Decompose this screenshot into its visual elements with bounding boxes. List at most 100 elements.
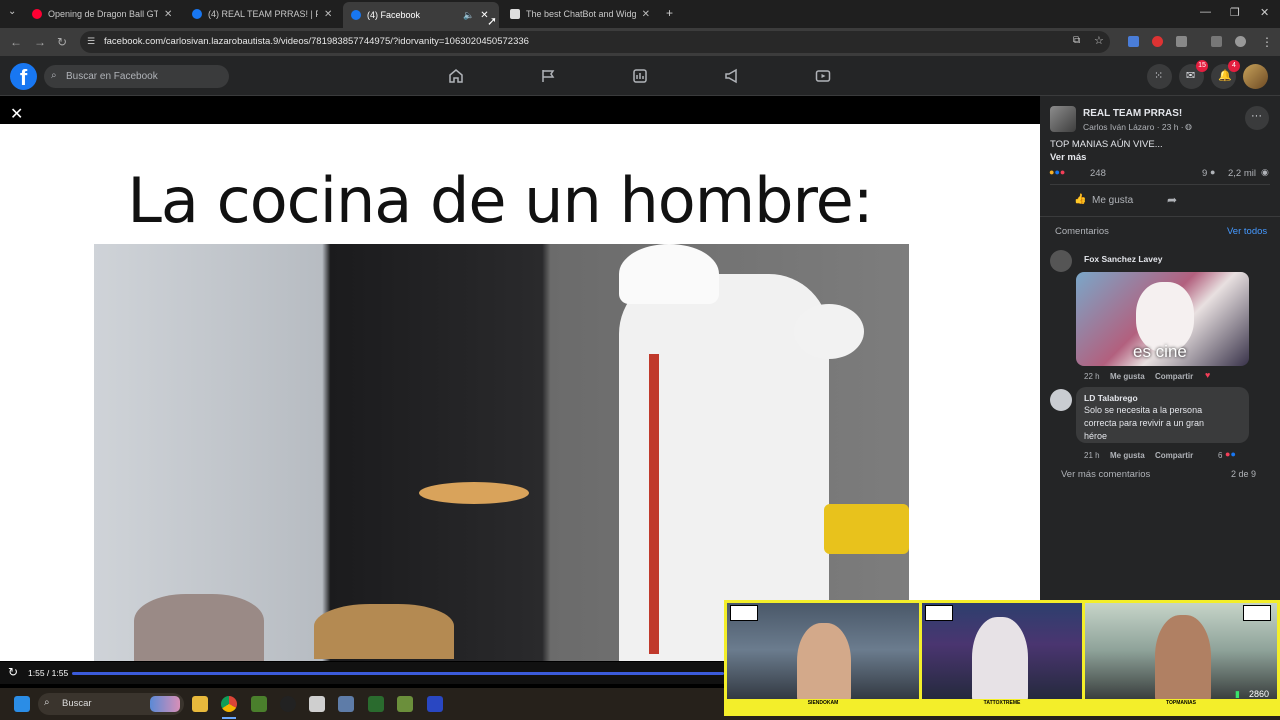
tab-search-dropdown-icon[interactable]: ⌄ <box>8 6 16 17</box>
youtube-icon <box>32 9 42 19</box>
close-window-icon[interactable]: ✕ <box>1260 6 1269 19</box>
group-name[interactable]: REAL TEAM PRRAS! <box>1083 108 1182 119</box>
vpn-icon[interactable] <box>427 696 443 712</box>
minecraft-icon[interactable] <box>251 696 267 712</box>
comment-like-link[interactable]: Me gusta <box>1110 451 1145 460</box>
comment-reaction-icons: ●● <box>1225 449 1236 459</box>
logitech-icon[interactable] <box>280 696 296 712</box>
close-tab-icon[interactable]: ✕ <box>164 9 172 20</box>
marketplace-icon[interactable] <box>632 68 648 84</box>
comment-gif[interactable]: es cine <box>1076 272 1249 366</box>
webcam-name: TOPMANIAS <box>1085 699 1277 707</box>
media-app-icon[interactable] <box>368 696 384 712</box>
facebook-logo-icon[interactable]: f <box>10 63 37 90</box>
commenter-avatar[interactable] <box>1050 389 1072 411</box>
reaction-icons: ●●● <box>1049 167 1065 177</box>
post-options-button[interactable]: ··· <box>1245 106 1269 130</box>
address-bar-row: ← → ↻ ☰ facebook.com/carlosivan.lazaroba… <box>0 28 1280 56</box>
tab-real-team-prras[interactable]: (4) REAL TEAM PRRAS! | Faceb ✕ <box>184 4 342 24</box>
messenger-button[interactable]: ✉ 15 <box>1179 60 1208 89</box>
calculator-icon[interactable] <box>338 696 354 712</box>
app-icon[interactable] <box>309 696 325 712</box>
facebook-icon <box>192 9 202 19</box>
close-tab-icon[interactable]: ✕ <box>642 9 650 20</box>
more-comments-link[interactable]: Ver más comentarios <box>1061 469 1150 480</box>
webcam-overlay: SIENDOKAM TATTOXTREME ▮ 2860 TOPMANIAS <box>724 600 1280 716</box>
video-time: 1:55 / 1:55 <box>28 668 69 678</box>
taskbar-search-input[interactable]: ⌕ Buscar <box>38 693 184 715</box>
comment-like-link[interactable]: Me gusta <box>1110 372 1145 381</box>
reload-icon[interactable]: ↻ <box>57 35 67 49</box>
restore-icon[interactable]: ❐ <box>1230 6 1240 19</box>
close-tab-icon[interactable]: ✕ <box>324 9 332 20</box>
comment-author[interactable]: Fox Sanchez Lavey <box>1084 254 1162 264</box>
extensions-puzzle-icon[interactable] <box>1176 36 1187 47</box>
close-video-icon[interactable]: ✕ <box>10 104 23 124</box>
new-tab-icon[interactable]: + <box>666 6 673 20</box>
streamer-figure <box>972 617 1028 707</box>
menu-grid-button[interactable]: ⁙ <box>1147 64 1172 89</box>
video-player[interactable]: ✕ La cocina de un hombre: ↻ 1:55 / 1:55 <box>0 96 1040 684</box>
more-icon: ··· <box>1251 110 1262 122</box>
streamer-figure <box>797 623 851 707</box>
home-icon[interactable] <box>448 68 464 84</box>
divider <box>1050 184 1270 185</box>
yellow-bowl <box>824 504 909 554</box>
love-icon: ● <box>1059 167 1066 177</box>
comment-share-link[interactable]: Compartir <box>1155 451 1193 460</box>
comment-author[interactable]: LD Talabrego <box>1084 393 1138 403</box>
author-meta: Carlos Iván Lázaro · 23 h · <box>1083 122 1184 132</box>
translate-extension-icon[interactable] <box>1128 36 1139 47</box>
red-extension-icon[interactable] <box>1152 36 1163 47</box>
url-text: facebook.com/carlosivan.lazarobautista.9… <box>104 36 529 47</box>
megaphone-icon[interactable] <box>724 68 740 84</box>
see-all-link[interactable]: Ver todos <box>1227 226 1267 237</box>
group-avatar[interactable] <box>1050 106 1076 132</box>
browser-tab-strip: ⌄ Opening de Dragon Ball GT Full ✕ (4) R… <box>0 0 1280 28</box>
minimize-icon[interactable]: — <box>1200 6 1211 18</box>
comment-bubble-icon: ● <box>1210 167 1216 177</box>
reading-list-icon[interactable] <box>1211 36 1222 47</box>
watch-video-icon[interactable] <box>815 68 831 84</box>
tab-dragon-ball[interactable]: Opening de Dragon Ball GT Full ✕ <box>24 4 182 24</box>
comment-line: héroe <box>1084 431 1108 441</box>
speaker-icon[interactable]: 🔈 <box>463 10 474 21</box>
reaction-count[interactable]: 248 <box>1090 168 1106 179</box>
file-explorer-icon[interactable] <box>192 696 208 712</box>
windows-start-icon[interactable] <box>14 696 30 712</box>
facebook-search-input[interactable]: ⌕ Buscar en Facebook <box>44 65 229 88</box>
share-icon[interactable]: ➦ <box>1167 193 1177 207</box>
profile-icon[interactable] <box>1235 36 1246 47</box>
notifications-badge: 4 <box>1228 60 1240 72</box>
facebook-icon <box>351 10 361 20</box>
parental-advisory-badge <box>730 605 758 621</box>
like-button[interactable]: 👍 Me gusta <box>1074 193 1154 209</box>
comment-share-link[interactable]: Compartir <box>1155 372 1193 381</box>
install-app-icon[interactable]: ⧉ <box>1073 35 1080 46</box>
see-more-link[interactable]: Ver más <box>1050 152 1086 163</box>
webcam-3: ▮ 2860 TOPMANIAS <box>1085 603 1277 707</box>
pages-flag-icon[interactable] <box>540 68 556 84</box>
forward-icon[interactable]: → <box>34 35 46 49</box>
site-info-icon[interactable]: ☰ <box>87 36 95 47</box>
tab-facebook-active[interactable]: (4) Facebook 🔈 ✕ <box>343 2 499 28</box>
url-field[interactable]: ☰ facebook.com/carlosivan.lazarobautista… <box>80 31 1110 53</box>
counter-food <box>314 604 454 659</box>
tab-chatbot[interactable]: The best ChatBot and Widgets ✕ <box>502 4 658 24</box>
game-icon[interactable] <box>397 696 413 712</box>
notifications-button[interactable]: 🔔 4 <box>1211 60 1240 89</box>
video-progress-bar[interactable] <box>72 672 724 675</box>
bookmark-star-icon[interactable]: ☆ <box>1094 34 1104 47</box>
comment-time: 21 h <box>1084 451 1100 460</box>
view-count: 2,2 mil <box>1228 168 1256 179</box>
webcam-2: TATTOXTREME <box>922 603 1082 707</box>
comment-reaction-count: 6 <box>1218 451 1223 460</box>
chrome-icon[interactable] <box>221 696 237 712</box>
browser-menu-icon[interactable]: ⋮ <box>1261 35 1273 49</box>
account-avatar[interactable] <box>1243 64 1268 89</box>
replay-icon[interactable]: ↻ <box>8 665 18 679</box>
commenter-avatar[interactable] <box>1050 250 1072 272</box>
comment-count[interactable]: 9 <box>1202 168 1207 179</box>
back-icon[interactable]: ← <box>10 35 22 49</box>
parental-advisory-badge <box>925 605 953 621</box>
